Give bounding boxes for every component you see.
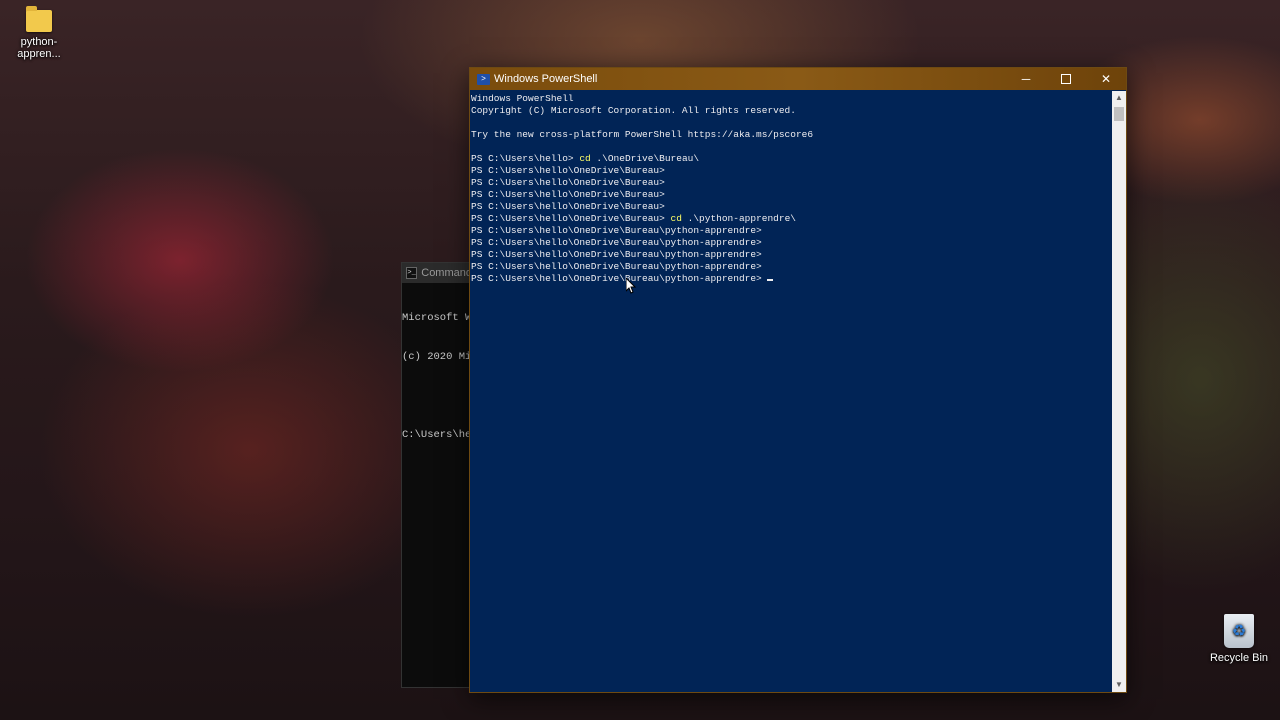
prompt-text: PS C:\Users\hello\OneDrive\Bureau\python… [471, 237, 762, 248]
powershell-console[interactable]: Windows PowerShell Copyright (C) Microsof… [470, 91, 1112, 692]
vertical-scrollbar[interactable]: ▲ ▼ [1112, 91, 1126, 692]
cmd-app-icon: >_ [406, 267, 418, 279]
cmd-line: (c) 2020 Mic [402, 351, 473, 363]
prompt-line: PS C:\Users\hello\OneDrive\Bureau> [471, 177, 1112, 189]
desktop-folder-label: python-appren... [17, 36, 61, 60]
command-args: .\OneDrive\Bureau\ [590, 153, 700, 164]
command-prompt-window[interactable]: >_ Command Microsoft Wi (c) 2020 Mic C:\… [401, 262, 473, 688]
command-keyword: cd [670, 213, 682, 224]
prompt-line: PS C:\Users\hello\OneDrive\Bureau> cd .\… [471, 213, 1112, 225]
desktop-recycle-bin[interactable]: ♻ Recycle Bin [1200, 614, 1278, 664]
folder-icon [26, 6, 52, 32]
prompt-line: PS C:\Users\hello\OneDrive\Bureau\python… [471, 249, 1112, 261]
prompt-text: PS C:\Users\hello\OneDrive\Bureau> [471, 165, 665, 176]
prompt-text: PS C:\Users\hello\OneDrive\Bureau> [471, 177, 665, 188]
console-line: Try the new cross-platform PowerShell ht… [471, 129, 814, 140]
prompt-text: PS C:\Users\hello\OneDrive\Bureau> [471, 201, 665, 212]
minimize-icon: ─ [1021, 72, 1031, 86]
cmd-titlebar[interactable]: >_ Command [402, 263, 472, 283]
prompt-line: PS C:\Users\hello\OneDrive\Bureau\python… [471, 261, 1112, 273]
text-cursor [766, 279, 773, 281]
minimize-button[interactable]: ─ [1006, 68, 1046, 90]
window-title: Windows PowerShell [494, 73, 598, 85]
prompt-text: PS C:\Users\hello> [471, 153, 580, 164]
prompt-text: PS C:\Users\hello\OneDrive\Bureau\python… [471, 225, 762, 236]
prompt-text: PS C:\Users\hello\OneDrive\Bureau> [471, 189, 665, 200]
prompt-line: PS C:\Users\hello\OneDrive\Bureau> [471, 165, 1112, 177]
scroll-up-arrow-icon[interactable]: ▲ [1112, 91, 1126, 105]
maximize-button[interactable] [1046, 68, 1086, 90]
cmd-title: Command [421, 267, 472, 279]
desktop-folder-python-apprendre[interactable]: python-appren... [0, 6, 78, 60]
recycle-bin-label: Recycle Bin [1209, 652, 1269, 664]
command-keyword: cd [579, 153, 591, 164]
cmd-line: C:\Users\hel [402, 429, 473, 441]
cmd-line [402, 390, 472, 403]
prompt-line: PS C:\Users\hello\OneDrive\Bureau\python… [471, 237, 1112, 249]
powershell-window[interactable]: > Windows PowerShell ─ ✕ Windows PowerSh… [469, 67, 1127, 693]
recycle-bin-icon: ♻ [1224, 614, 1254, 648]
console-line: Windows PowerShell [471, 93, 574, 104]
powershell-titlebar[interactable]: > Windows PowerShell ─ ✕ [470, 68, 1126, 90]
close-icon: ✕ [1100, 72, 1112, 86]
cmd-console[interactable]: Microsoft Wi (c) 2020 Mic C:\Users\hel [402, 283, 472, 468]
prompt-text: PS C:\Users\hello\OneDrive\Bureau\python… [471, 261, 762, 272]
prompt-line: PS C:\Users\hello\OneDrive\Bureau> [471, 201, 1112, 213]
console-line: Copyright (C) Microsoft Corporation. All… [471, 105, 796, 116]
scroll-down-arrow-icon[interactable]: ▼ [1112, 678, 1126, 692]
close-button[interactable]: ✕ [1086, 68, 1126, 90]
maximize-icon [1061, 74, 1071, 84]
prompt-text: PS C:\Users\hello\OneDrive\Bureau> [471, 213, 671, 224]
prompt-text: PS C:\Users\hello\OneDrive\Bureau\python… [471, 249, 762, 260]
cmd-line: Microsoft Wi [402, 312, 473, 324]
prompt-line: PS C:\Users\hello\OneDrive\Bureau\python… [471, 273, 1112, 285]
prompt-text: PS C:\Users\hello\OneDrive\Bureau\python… [471, 273, 762, 284]
prompt-line: PS C:\Users\hello\OneDrive\Bureau\python… [471, 225, 1112, 237]
command-args: .\python-apprendre\ [681, 213, 796, 224]
powershell-app-icon: > [477, 73, 490, 85]
prompt-line: PS C:\Users\hello\OneDrive\Bureau> [471, 189, 1112, 201]
scrollbar-thumb[interactable] [1114, 107, 1124, 121]
prompt-line: PS C:\Users\hello> cd .\OneDrive\Bureau\ [471, 153, 1112, 165]
